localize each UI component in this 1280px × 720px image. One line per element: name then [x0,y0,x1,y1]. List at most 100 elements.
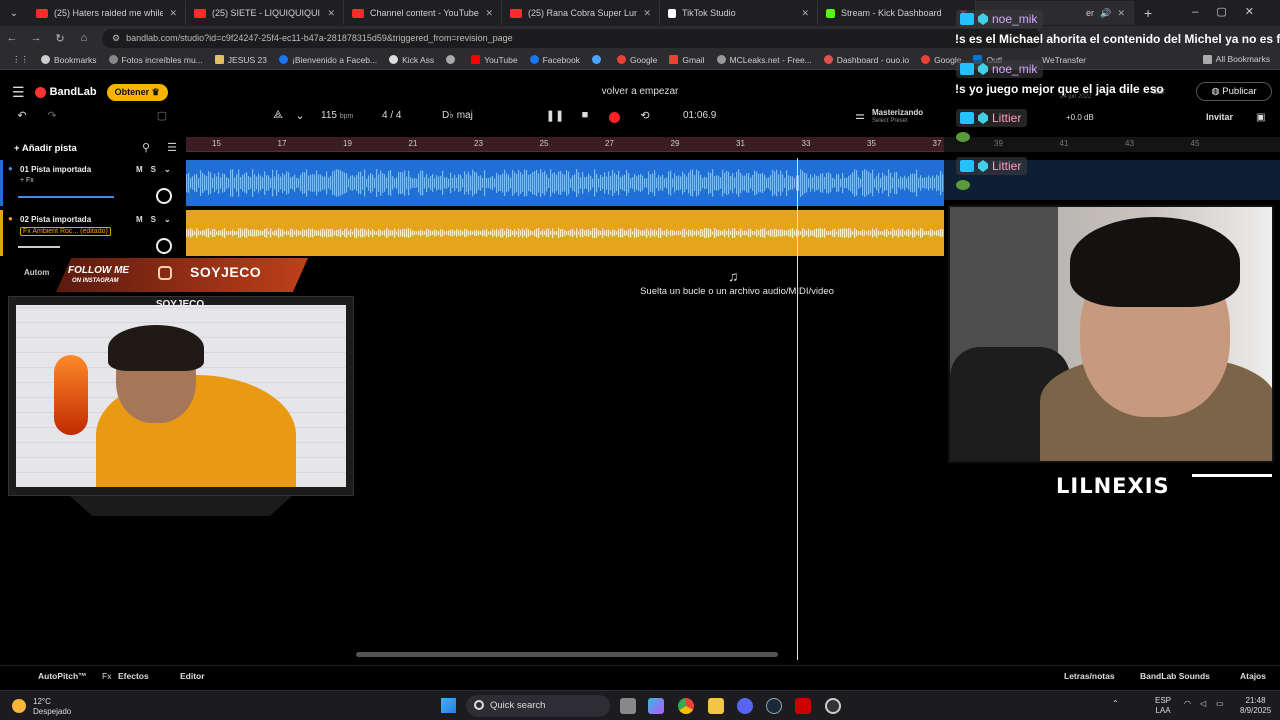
timeline-ruler-right[interactable]: 39 41 43 45 [944,137,1280,152]
close-icon[interactable]: ✕ [327,8,335,19]
mastering-label[interactable]: Masterizando Select Preset [872,108,923,126]
menu-icon[interactable]: ☰ [12,84,25,101]
app-icon[interactable] [795,698,811,714]
clock[interactable]: 21:48 8/9/2025 [1240,696,1271,716]
mute-solo-buttons[interactable]: MS⌄ [136,215,179,224]
weather-widget[interactable]: 12°C Despejado [33,697,71,717]
discord-icon[interactable] [737,698,753,714]
browser-tab[interactable]: (25) Haters raided me while I w✕ [28,1,186,25]
playhead[interactable] [797,158,798,660]
volume-icon[interactable]: ◁ [1200,699,1206,708]
tab-search-icon[interactable]: ⌄ [0,8,28,19]
close-icon[interactable]: ✕ [801,8,809,19]
wifi-icon[interactable]: ◠ [1184,699,1191,708]
bookmark-item[interactable]: Gmail [669,55,705,65]
audio-region-2[interactable] [186,210,944,256]
language-indicator[interactable]: ESP LAA [1155,696,1171,716]
horizontal-scrollbar[interactable] [356,652,778,657]
volume-slider[interactable] [18,246,60,248]
bookmark-item[interactable]: Facebook [529,55,580,65]
sounds-button[interactable]: BandLab Sounds [1140,671,1210,681]
file-explorer-icon[interactable] [708,698,724,714]
url-input[interactable]: ⚙ bandlab.com/studio?id=c9f24247-25f4-ec1… [102,28,1042,48]
site-info-icon[interactable]: ⚙ [112,33,120,44]
browser-tab[interactable]: Stream - Kick Dashboard✕ [818,1,976,25]
bookmark-item[interactable]: Fotos increíbles mu... [108,55,203,65]
close-icon[interactable]: ✕ [485,8,493,19]
home-icon[interactable]: ⌂ [72,32,96,44]
loop-icon[interactable]: ⟲ [635,109,655,127]
bookmark-item[interactable]: JESUS 23 [214,55,267,65]
editor-button[interactable]: Editor [180,671,205,681]
tempo-display[interactable]: 115 bpm [321,110,353,121]
autopitch-button[interactable]: AutoPitch™ [38,671,87,681]
all-bookmarks[interactable]: All Bookmarks [1202,54,1270,64]
pan-knob[interactable] [156,188,172,204]
start-icon[interactable] [441,698,456,713]
effects-button[interactable]: Efectos [118,671,149,681]
close-icon[interactable]: ✕ [1117,8,1125,19]
redo-icon[interactable]: ↷ [42,109,62,127]
obtener-button[interactable]: Obtener ♛ [106,83,168,101]
new-tab-icon[interactable]: + [1144,5,1152,21]
gain-display[interactable]: +0.0 dB [1066,113,1094,122]
metronome-icon[interactable]: ⟁ [268,109,288,127]
chevron-down-icon[interactable]: ⌄ [290,109,310,127]
chrome-icon[interactable] [678,698,694,714]
key-display[interactable]: D♭ maj [442,110,473,121]
bookmark-item[interactable]: Google [616,55,657,65]
stop-icon[interactable]: ■ [575,109,595,127]
browser-tab[interactable]: (25) SIETE - LIQUIQUIQUI (Visu✕ [186,1,344,25]
pause-icon[interactable]: ❚❚ [545,109,565,127]
browser-tab[interactable]: TikTok Studio ✕ [660,1,818,25]
tuner-icon[interactable]: ⚲ [136,141,156,159]
record-button[interactable] [609,112,620,123]
track-name[interactable]: 02 Pista importada [20,215,91,224]
time-signature[interactable]: 4 / 4 [382,110,401,121]
bookmark-item[interactable]: Bookmarks [41,55,97,65]
steam-icon[interactable] [766,698,782,714]
tray-chevron-icon[interactable]: ⌃ [1112,699,1119,708]
add-track-button[interactable]: + Añadir pista [14,143,77,154]
obs-icon[interactable] [825,698,841,714]
bookmark-item[interactable]: Dashboard - ouo.io [823,55,909,65]
publish-button[interactable]: ◍ Publicar [1196,82,1272,101]
volume-slider[interactable] [18,196,114,198]
bookmark-item[interactable]: YouTube [471,55,518,65]
copilot-icon[interactable] [648,698,664,714]
bookmark-item[interactable]: MCLeaks.net - Free... [716,55,812,65]
track-name[interactable]: 01 Pista importada [20,165,91,174]
bookmark-item[interactable]: Kick Ass [389,55,434,65]
invite-button[interactable]: Invitar [1206,112,1233,122]
task-view-icon[interactable] [620,698,636,714]
lyrics-button[interactable]: Letras/notas [1064,671,1115,681]
forward-icon[interactable]: → [24,32,48,44]
undo-icon[interactable]: ↶ [12,109,32,127]
bookmark-item[interactable]: WeTransfer [1042,55,1086,65]
song-title[interactable]: volver a empezar [560,86,720,97]
back-icon[interactable]: ← [0,32,24,44]
notification-icon[interactable]: ▣ [1256,112,1265,123]
bookmark-item[interactable] [446,55,459,64]
mute-solo-buttons[interactable]: MS⌄ [136,165,179,174]
shortcuts-button[interactable]: Atajos [1240,671,1266,681]
browser-tab[interactable]: Channel content - YouTube St ✕ [344,1,502,25]
taskbar-search[interactable]: Quick search [466,695,610,717]
automation-label[interactable]: Autom [24,268,49,277]
audio-region-1[interactable] [186,160,944,206]
mastering-icon[interactable]: ⚌ [850,109,870,127]
settings-icon[interactable]: ▢ [152,109,172,127]
apps-icon[interactable]: ⋮⋮ [12,54,29,65]
weather-icon[interactable] [12,699,26,713]
pan-knob[interactable] [156,238,172,254]
track-fx[interactable]: + Fx [20,177,34,184]
battery-icon[interactable]: ▭ [1216,699,1224,708]
bookmark-item[interactable]: ¡Bienvenido a Faceb... [279,55,377,65]
track-header-1[interactable]: ● 01 Pista importada MS⌄ + Fx [0,160,184,206]
timeline-ruler[interactable]: 15 17 19 21 23 25 27 29 31 33 35 37 [186,137,944,152]
track-header-2[interactable]: ● 02 Pista importada MS⌄ Fx Ambient Roc.… [0,210,184,256]
close-icon[interactable]: ✕ [169,8,177,19]
bandlab-logo[interactable]: BandLab [34,86,97,98]
mute-icon[interactable]: 🔊 [1100,8,1111,19]
close-icon[interactable]: ✕ [643,8,651,19]
